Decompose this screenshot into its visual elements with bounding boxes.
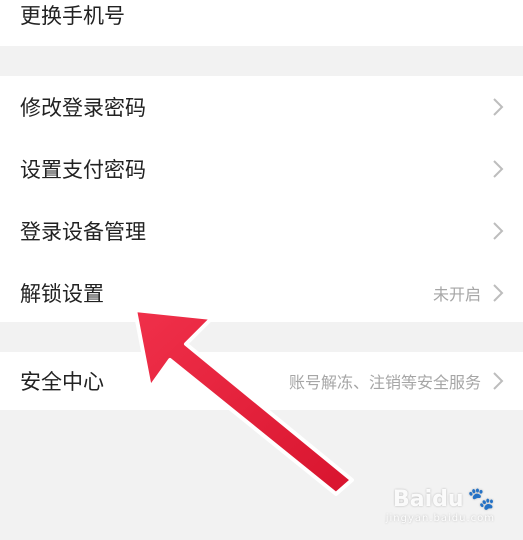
- safety-center-description: 账号解冻、注销等安全服务: [288, 373, 481, 392]
- baidu-watermark: Baidu 🐾 jingyan.baidu.com: [386, 487, 495, 524]
- unlock-settings-status: 未开启: [432, 285, 481, 304]
- chevron-right-icon: [493, 160, 504, 178]
- unlock-settings-row[interactable]: 解锁设置 未开启: [0, 262, 523, 324]
- change-login-password-row[interactable]: 修改登录密码: [0, 76, 523, 138]
- unlock-settings-label: 解锁设置: [20, 282, 104, 306]
- change-login-password-label: 修改登录密码: [20, 96, 146, 120]
- phone-group: 更换手机号: [0, 0, 523, 46]
- change-phone-label: 更换手机号: [20, 4, 125, 28]
- watermark-sub: jingyan.baidu.com: [385, 513, 495, 524]
- safety-center-row[interactable]: 安全中心 账号解冻、注销等安全服务: [0, 352, 523, 410]
- chevron-right-icon: [493, 222, 504, 240]
- watermark-brand: Baidu: [393, 487, 464, 512]
- set-payment-password-label: 设置支付密码: [20, 158, 146, 182]
- security-settings-group: 修改登录密码 设置支付密码 登录设备管理 解锁设置 未开启: [0, 76, 523, 322]
- change-phone-row[interactable]: 更换手机号: [0, 0, 523, 46]
- login-device-management-row[interactable]: 登录设备管理: [0, 200, 523, 262]
- safety-center-group: 安全中心 账号解冻、注销等安全服务: [0, 352, 523, 410]
- baidu-paw-icon: 🐾: [467, 487, 495, 512]
- chevron-right-icon: [493, 372, 504, 390]
- set-payment-password-row[interactable]: 设置支付密码: [0, 138, 523, 200]
- chevron-right-icon: [493, 98, 504, 116]
- chevron-right-icon: [493, 284, 504, 302]
- safety-center-label: 安全中心: [20, 370, 104, 394]
- login-device-management-label: 登录设备管理: [20, 220, 146, 244]
